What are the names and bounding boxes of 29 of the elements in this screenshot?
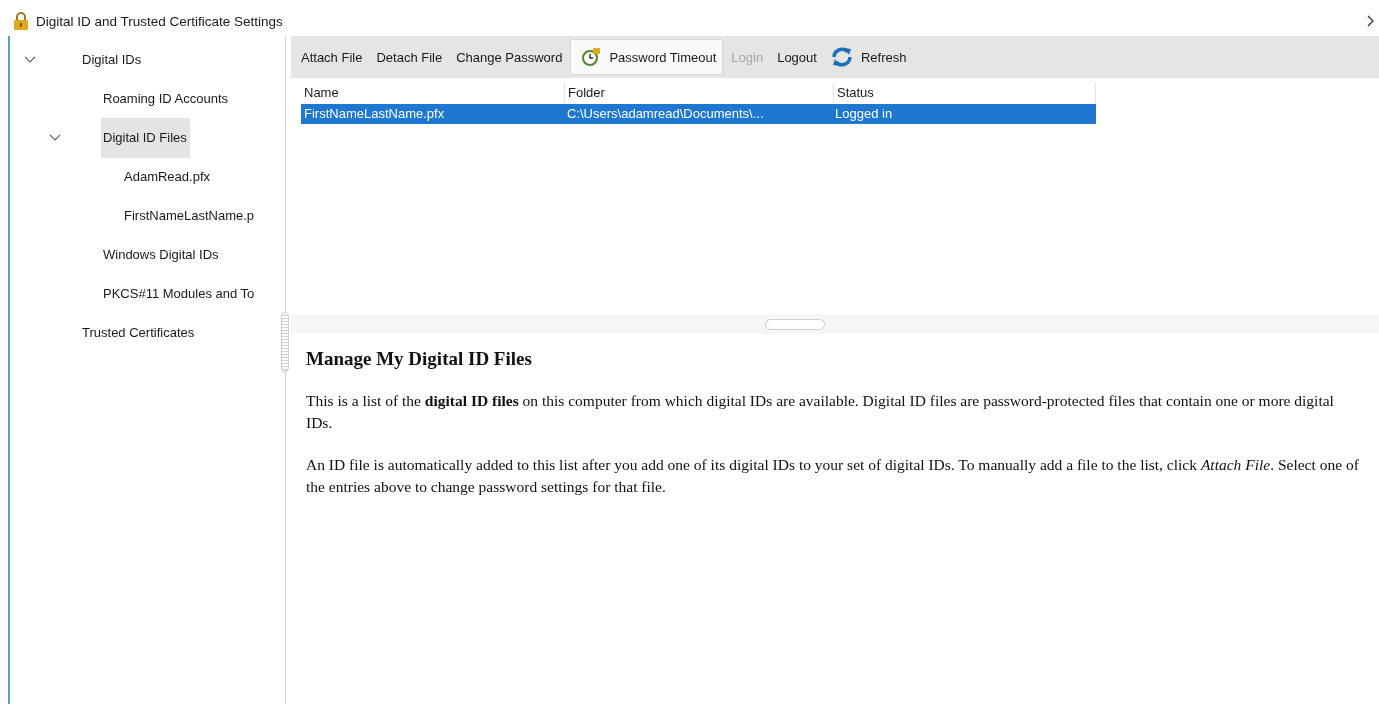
help-paragraph: An ID file is automatically added to this list after you add one of its digital IDs to your set of digital IDs. To manually add a file to the list, click Attach File. Select one of the entries above to change password settings for that file. <box>306 455 1359 497</box>
toolbar-button[interactable]: Logout <box>771 39 823 75</box>
tree-item[interactable]: Digital IDs <box>80 39 145 80</box>
chevron-down-icon[interactable] <box>49 133 61 142</box>
tree-item[interactable]: Roaming ID Accounts <box>101 78 231 119</box>
tree-item[interactable]: Windows Digital IDs <box>101 234 222 275</box>
table-cell[interactable]: C:\Users\adamread\Documents\... <box>564 104 832 124</box>
splitter-handle[interactable] <box>765 318 825 330</box>
tree-item[interactable]: AdamRead.pfx <box>122 156 213 197</box>
tree-item[interactable]: Trusted Certificates <box>80 312 198 353</box>
table-cell[interactable]: Logged in <box>832 104 1096 124</box>
toolbar-button[interactable]: Attach File <box>295 39 369 75</box>
splitter-handle[interactable] <box>281 312 289 372</box>
tree-item[interactable]: FirstNameLastName.p <box>122 195 258 236</box>
toolbar-button[interactable]: Change Password <box>450 39 569 75</box>
toolbar-button[interactable]: Detach File <box>370 39 449 75</box>
window-title: Digital ID and Trusted Certificate Settings <box>36 13 283 29</box>
tree-item[interactable]: PKCS#11 Modules and To <box>101 273 258 314</box>
chevron-right-icon[interactable] <box>1367 15 1374 27</box>
chevron-down-icon[interactable] <box>24 55 36 64</box>
clock-icon <box>581 47 602 67</box>
help-heading: Manage My Digital ID Files <box>306 348 533 370</box>
table-cell[interactable]: FirstNameLastName.pfx <box>301 104 564 124</box>
help-paragraph: This is a list of the digital ID files on this computer from which digital IDs are available. Digital ID files are password-protected files that contain one or more digital IDs. <box>306 391 1335 433</box>
toolbar-button[interactable]: Password Timeout <box>570 39 724 75</box>
tree-item[interactable]: Digital ID Files <box>101 117 190 158</box>
toolbar-button[interactable]: Refresh <box>824 39 913 75</box>
lock-icon <box>12 12 30 30</box>
refresh-icon <box>830 47 853 67</box>
